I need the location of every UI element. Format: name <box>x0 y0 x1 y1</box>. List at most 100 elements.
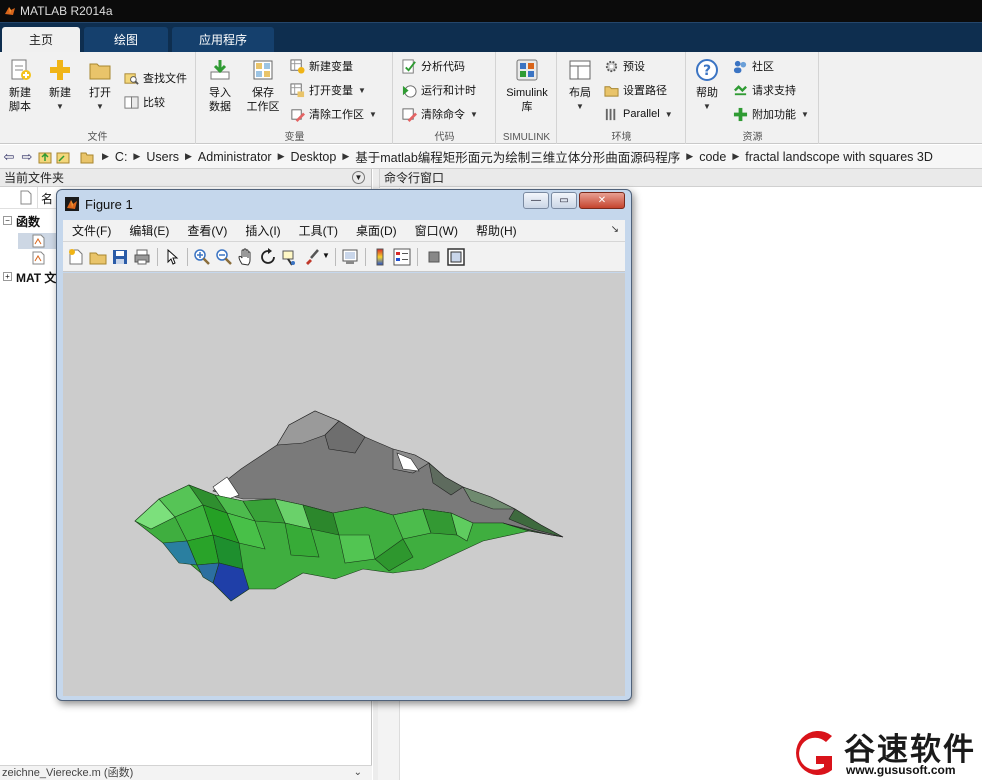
help-button[interactable]: ? 帮助 ▼ <box>687 58 727 114</box>
menu-file[interactable]: 文件(F) <box>63 222 120 239</box>
panel-menu-icon[interactable]: ▼ <box>352 171 365 184</box>
open-file-icon[interactable] <box>89 248 107 266</box>
up-folder-icon[interactable] <box>36 148 54 166</box>
app-title-bar: MATLAB R2014a <box>0 0 982 22</box>
new-figure-icon[interactable] <box>67 248 85 266</box>
request-support-button[interactable]: 请求支持 <box>733 81 796 99</box>
zoom-out-icon[interactable] <box>215 248 233 266</box>
pointer-icon[interactable] <box>163 248 181 266</box>
back-arrow-icon[interactable]: ⇦ <box>0 148 18 166</box>
find-files-button[interactable]: 查找文件 <box>124 69 187 87</box>
layout-button[interactable]: 布局 ▼ <box>560 58 600 114</box>
breadcrumb-administrator[interactable]: Administrator <box>192 150 278 164</box>
figure-toolbar: ▼ <box>63 242 625 272</box>
chevron-down-icon: ▼ <box>801 109 809 119</box>
toolbar-separator <box>157 248 158 266</box>
breadcrumb-code[interactable]: code <box>693 150 732 164</box>
set-path-button[interactable]: 设置路径 <box>604 81 667 99</box>
name-column-header[interactable]: 名 <box>41 190 53 207</box>
mat-files-group[interactable]: MAT 文 <box>16 269 56 286</box>
clear-workspace-button[interactable]: 清除工作区 ▼ <box>290 105 377 123</box>
pan-hand-icon[interactable] <box>237 248 255 266</box>
compare-button[interactable]: 比较 <box>124 93 165 111</box>
request-support-label: 请求支持 <box>752 85 796 97</box>
find-files-icon <box>124 72 139 85</box>
resources-group-label: 资源 <box>742 132 763 143</box>
help-label: 帮助 <box>696 87 718 99</box>
menu-edit[interactable]: 编辑(E) <box>120 222 178 239</box>
preferences-button[interactable]: 预设 <box>604 57 645 75</box>
minimize-button[interactable]: — <box>523 192 549 209</box>
dock-arrow-icon[interactable]: ↘ <box>611 224 619 235</box>
save-icon[interactable] <box>111 248 129 266</box>
breadcrumb-fractal-folder[interactable]: fractal landscope with squares 3D <box>739 150 939 164</box>
column-divider <box>37 187 38 209</box>
maximize-button[interactable]: ▭ <box>551 192 577 209</box>
tree-expand-icon[interactable]: + <box>3 272 12 281</box>
breadcrumb-drive[interactable]: C: <box>109 150 134 164</box>
menu-insert[interactable]: 插入(I) <box>236 222 289 239</box>
breadcrumb-project-folder[interactable]: 基于matlab编程矩形面元为绘制三维立体分形曲面源码程序 <box>349 147 686 166</box>
data-cursor-icon[interactable] <box>281 248 299 266</box>
file-type-column-icon <box>20 190 32 205</box>
file-details-status: zeichne_Vierecke.m (函数) ⌄ <box>0 765 372 780</box>
chevron-down-icon[interactable]: ⌄ <box>354 766 362 780</box>
matlab-logo-icon <box>5 7 15 15</box>
set-path-label: 设置路径 <box>623 85 667 97</box>
chevron-down-icon: ▼ <box>664 109 673 119</box>
gear-icon <box>605 60 618 72</box>
breadcrumb-users[interactable]: Users <box>140 150 185 164</box>
colorbar-icon[interactable] <box>371 248 389 266</box>
matlab-logo-icon <box>65 197 79 211</box>
figure-menubar: 文件(F) 编辑(E) 查看(V) 插入(I) 工具(T) 桌面(D) 窗口(W… <box>63 220 625 242</box>
new-button[interactable]: 新建 ▼ <box>40 58 80 114</box>
open-variable-button[interactable]: 打开变量 ▼ <box>290 81 366 99</box>
browse-folder-icon[interactable] <box>54 148 72 166</box>
tab-home[interactable]: 主页 <box>2 27 80 53</box>
breadcrumb-desktop[interactable]: Desktop <box>284 150 342 164</box>
print-icon[interactable] <box>133 248 151 266</box>
legend-icon[interactable] <box>393 248 411 266</box>
close-button[interactable]: ✕ <box>579 192 625 209</box>
community-label: 社区 <box>752 61 774 73</box>
community-icon <box>733 60 747 73</box>
svg-text:?: ? <box>703 63 711 79</box>
clear-commands-button[interactable]: 清除命令 ▼ <box>402 105 478 123</box>
menu-desktop[interactable]: 桌面(D) <box>347 222 406 239</box>
tab-plots[interactable]: 绘图 <box>84 27 168 53</box>
tree-toggle-icon[interactable]: − <box>3 216 12 225</box>
new-script-button[interactable]: 新建 脚本 <box>0 58 40 114</box>
figure-axes-canvas[interactable] <box>63 273 625 696</box>
ribbon-tabstrip: 主页 绘图 应用程序 <box>0 22 982 53</box>
show-plot-tools-icon[interactable] <box>447 248 465 266</box>
functions-group[interactable]: 函数 <box>16 213 40 230</box>
import-data-button[interactable]: 导入 数据 <box>200 58 240 114</box>
menu-view[interactable]: 查看(V) <box>178 222 236 239</box>
addons-button[interactable]: 附加功能 ▼ <box>733 105 809 123</box>
brush-dropdown-icon[interactable]: ▼ <box>322 251 330 260</box>
forward-arrow-icon[interactable]: ⇨ <box>18 148 36 166</box>
chevron-down-icon: ▼ <box>470 109 478 119</box>
rotate-3d-icon[interactable] <box>259 248 277 266</box>
zoom-in-icon[interactable] <box>193 248 211 266</box>
run-and-time-button[interactable]: 运行和计时 <box>402 81 476 99</box>
menu-tools[interactable]: 工具(T) <box>290 222 347 239</box>
clear-workspace-label: 清除工作区 <box>309 109 364 121</box>
brush-icon[interactable] <box>303 248 321 266</box>
chevron-down-icon: ▼ <box>96 102 104 111</box>
parallel-button[interactable]: Parallel ▼ <box>604 105 673 123</box>
toolbar-separator <box>365 248 366 266</box>
tab-apps[interactable]: 应用程序 <box>172 27 274 53</box>
menu-window[interactable]: 窗口(W) <box>406 222 467 239</box>
save-workspace-button[interactable]: 保存 工作区 <box>243 58 283 114</box>
open-button[interactable]: 打开 ▼ <box>80 58 120 114</box>
community-button[interactable]: 社区 <box>733 57 774 75</box>
hide-plot-tools-icon[interactable] <box>425 248 443 266</box>
simulink-library-button[interactable]: Simulink 库 <box>501 58 553 114</box>
new-variable-button[interactable]: 新建变量 <box>290 57 353 75</box>
link-plot-icon[interactable] <box>341 248 359 266</box>
compare-icon <box>124 95 139 109</box>
figure-title-bar[interactable]: Figure 1 <box>65 194 133 214</box>
analyze-code-button[interactable]: 分析代码 <box>402 57 465 75</box>
menu-help[interactable]: 帮助(H) <box>467 222 526 239</box>
